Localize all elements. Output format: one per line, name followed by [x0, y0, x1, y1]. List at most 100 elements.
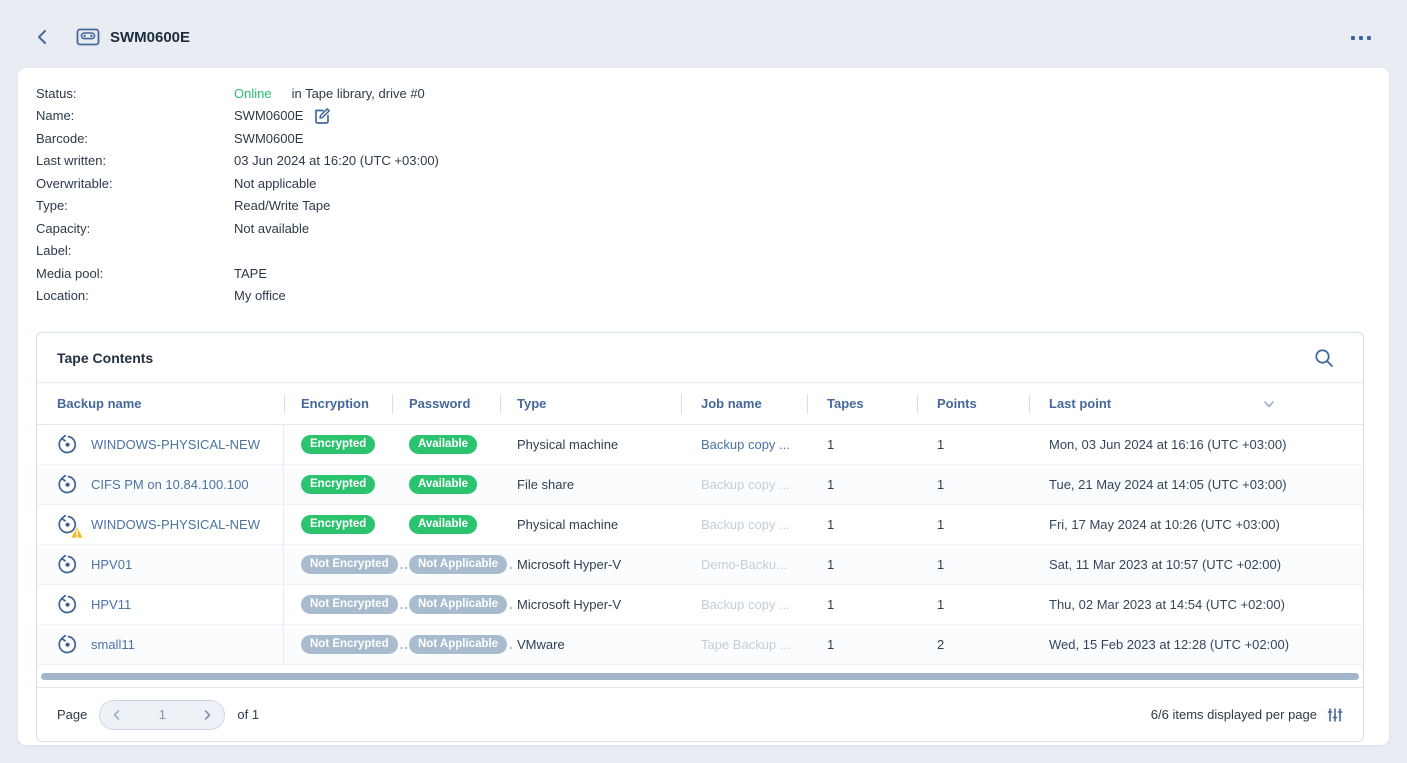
password-badge: Available	[409, 475, 477, 494]
detail-row-type: Type: Read/Write Tape	[36, 195, 439, 218]
tapes-cell: 1	[807, 517, 917, 532]
detail-row-capacity: Capacity: Not available	[36, 217, 439, 240]
detail-label: Last written:	[36, 153, 234, 168]
job-name-link[interactable]: Backup copy ...	[701, 437, 790, 452]
job-name-link[interactable]: Backup copy ...	[701, 517, 790, 532]
encryption-badge: Not Encrypted	[301, 555, 398, 574]
encryption-badge: Encrypted	[301, 475, 375, 494]
points-cell: 1	[917, 437, 1029, 452]
backup-name-link[interactable]: CIFS PM on 10.84.100.100	[91, 477, 249, 492]
job-name-link[interactable]: Tape Backup ...	[701, 637, 791, 652]
table-row[interactable]: WINDOWS-PHYSICAL-NEW Encrypted Available…	[37, 425, 1363, 465]
job-name-link[interactable]: Demo-Backu...	[701, 557, 787, 572]
table-footer: Page 1 of 1 6/6 items displayed per page	[37, 687, 1363, 741]
backup-name-link[interactable]: WINDOWS-PHYSICAL-NEW	[91, 437, 260, 452]
detail-value: SWM0600E	[234, 108, 303, 123]
job-name-link[interactable]: Backup copy ...	[701, 597, 790, 612]
points-cell: 1	[917, 557, 1029, 572]
points-cell: 2	[917, 637, 1029, 652]
detail-value: Read/Write Tape	[234, 198, 330, 213]
status-online-value: Online	[234, 86, 272, 101]
pager-control: 1	[99, 700, 225, 730]
page-label: Page	[57, 707, 87, 722]
type-cell: VMware	[500, 637, 681, 652]
detail-label: Capacity:	[36, 221, 234, 236]
points-cell: 1	[917, 477, 1029, 492]
prev-page-icon[interactable]	[110, 708, 124, 722]
backup-name-link[interactable]: HPV01	[91, 557, 132, 572]
table-row[interactable]: WINDOWS-PHYSICAL-NEW Encrypted Available…	[37, 505, 1363, 545]
detail-value: 03 Jun 2024 at 16:20 (UTC +03:00)	[234, 153, 439, 168]
tape-contents-header: Tape Contents	[37, 333, 1363, 383]
restore-point-icon	[57, 474, 78, 495]
password-badge: Not Applicable	[409, 555, 507, 574]
tapes-cell: 1	[807, 477, 917, 492]
column-header-encryption[interactable]: Encryption	[284, 383, 392, 424]
table-header-row: Backup name Encryption Password Type Job…	[37, 383, 1363, 425]
column-header-job-name[interactable]: Job name	[681, 383, 807, 424]
column-header-type[interactable]: Type	[500, 383, 681, 424]
detail-row-location: Location: My office	[36, 285, 439, 308]
detail-row-status: Status: Onlinein Tape library, drive #0	[36, 82, 439, 105]
tapes-cell: 1	[807, 437, 917, 452]
column-header-backup-name[interactable]: Backup name	[37, 383, 284, 424]
encryption-badge: Not Encrypted	[301, 595, 398, 614]
tape-contents-card: Tape Contents Backup name Encryption Pas…	[36, 332, 1364, 742]
next-page-icon[interactable]	[200, 708, 214, 722]
points-cell: 1	[917, 517, 1029, 532]
table-row[interactable]: small11 Not Encrypted.. Not Applicable. …	[37, 625, 1363, 665]
page-title: SWM0600E	[110, 29, 190, 46]
column-header-password[interactable]: Password	[392, 383, 500, 424]
last-point-cell: Mon, 03 Jun 2024 at 16:16 (UTC +03:00)	[1049, 437, 1286, 452]
horizontal-scrollbar	[37, 665, 1363, 687]
tapes-cell: 1	[807, 557, 917, 572]
table-row[interactable]: CIFS PM on 10.84.100.100 Encrypted Avail…	[37, 465, 1363, 505]
points-cell: 1	[917, 597, 1029, 612]
type-cell: Physical machine	[500, 517, 681, 532]
total-pages-label: of 1	[237, 707, 259, 722]
edit-name-icon[interactable]	[313, 107, 331, 125]
job-name-link[interactable]: Backup copy ...	[701, 477, 790, 492]
status-location-text: in Tape library, drive #0	[292, 86, 425, 101]
top-bar: SWM0600E	[0, 0, 1407, 68]
items-per-page-label: 6/6 items displayed per page	[1151, 707, 1317, 722]
detail-value: Not available	[234, 221, 309, 236]
page-number-input[interactable]: 1	[152, 707, 172, 722]
encryption-badge: Encrypted	[301, 435, 375, 454]
detail-label: Media pool:	[36, 266, 234, 281]
column-header-tapes[interactable]: Tapes	[807, 383, 917, 424]
password-badge: Available	[409, 435, 477, 454]
detail-label: Type:	[36, 198, 234, 213]
backup-name-link[interactable]: WINDOWS-PHYSICAL-NEW	[91, 517, 260, 532]
detail-value: My office	[234, 288, 286, 303]
password-badge: Not Applicable	[409, 635, 507, 654]
encryption-badge: Encrypted	[301, 515, 375, 534]
more-actions-menu-icon[interactable]	[1347, 32, 1375, 44]
last-point-cell: Tue, 21 May 2024 at 14:05 (UTC +03:00)	[1049, 477, 1287, 492]
table-row[interactable]: HPV11 Not Encrypted.. Not Applicable. Mi…	[37, 585, 1363, 625]
back-button[interactable]	[32, 26, 54, 48]
detail-row-name: Name: SWM0600E	[36, 105, 439, 128]
restore-point-icon	[57, 594, 78, 615]
column-header-last-point[interactable]: Last point	[1029, 383, 1363, 424]
type-cell: Physical machine	[500, 437, 681, 452]
detail-row-overwritable: Overwritable: Not applicable	[36, 172, 439, 195]
tape-details-list: Status: Onlinein Tape library, drive #0 …	[36, 82, 439, 307]
backup-name-link[interactable]: small11	[91, 637, 135, 652]
column-header-points[interactable]: Points	[917, 383, 1029, 424]
restore-point-icon	[57, 634, 78, 655]
items-per-page-settings-icon[interactable]	[1327, 707, 1343, 723]
horizontal-scrollbar-thumb[interactable]	[41, 673, 1359, 680]
backup-name-link[interactable]: HPV11	[91, 597, 131, 612]
tape-cassette-icon	[76, 26, 100, 48]
table-row[interactable]: HPV01 Not Encrypted.. Not Applicable. Mi…	[37, 545, 1363, 585]
tapes-cell: 1	[807, 637, 917, 652]
search-icon[interactable]	[1313, 347, 1335, 369]
detail-row-label: Label:	[36, 240, 439, 263]
detail-row-last-written: Last written: 03 Jun 2024 at 16:20 (UTC …	[36, 150, 439, 173]
sort-desc-icon	[1263, 398, 1275, 410]
detail-value: Not applicable	[234, 176, 316, 191]
warning-icon	[70, 526, 84, 539]
detail-label: Barcode:	[36, 131, 234, 146]
detail-row-barcode: Barcode: SWM0600E	[36, 127, 439, 150]
